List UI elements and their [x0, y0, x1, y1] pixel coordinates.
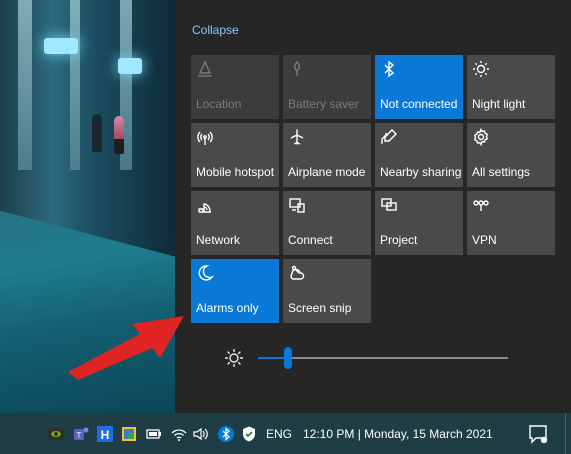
action-center-panel: Collapse Location Battery saver Not connec…	[175, 0, 571, 413]
show-desktop-button[interactable]	[565, 413, 571, 454]
airplane-icon	[288, 128, 306, 146]
quick-action-not-connected[interactable]: Not connected	[375, 55, 463, 119]
svg-text:T: T	[77, 431, 82, 440]
quick-action-label: Airplane mode	[288, 165, 366, 179]
taskbar: T H ENG 12:10 PM | Monday, 15 March 2021	[0, 413, 571, 454]
project-icon	[380, 196, 398, 214]
quick-action-screen-snip[interactable]: Screen snip	[283, 259, 371, 323]
lamp-decor	[118, 58, 142, 74]
palm-trunk-decor	[18, 0, 32, 170]
image-app-icon[interactable]	[120, 425, 138, 443]
collapse-link[interactable]: Collapse	[192, 23, 239, 37]
quick-action-mobile-hotspot[interactable]: Mobile hotspot	[191, 123, 279, 187]
quick-action-battery-saver[interactable]: Battery saver	[283, 55, 371, 119]
gear-icon	[472, 127, 490, 147]
nearby-sharing-icon	[380, 128, 398, 146]
security-shield-icon[interactable]	[240, 425, 258, 443]
vpn-icon	[472, 196, 490, 214]
quick-action-label: Not connected	[380, 97, 458, 111]
quick-action-alarms-only[interactable]: Alarms only	[191, 259, 279, 323]
teams-icon[interactable]: T	[72, 425, 90, 443]
focus-assist-moon-icon	[196, 264, 215, 282]
bluetooth-tray-icon[interactable]	[217, 425, 235, 443]
notification-center-icon[interactable]	[527, 423, 549, 445]
person-silhouette	[92, 114, 102, 152]
svg-text:H: H	[101, 428, 110, 442]
palm-trunk-decor	[70, 0, 80, 170]
location-icon	[196, 60, 214, 78]
taskbar-clock[interactable]: 12:10 PM | Monday, 15 March 2021	[303, 427, 493, 441]
quick-actions-grid: Location Battery saver Not connected Night …	[191, 55, 555, 323]
quick-action-label: Battery saver	[288, 97, 359, 111]
lamp-decor	[44, 38, 78, 54]
quick-action-airplane-mode[interactable]: Airplane mode	[283, 123, 371, 187]
quick-action-label: Project	[380, 233, 418, 247]
brightness-icon	[223, 347, 245, 369]
quick-action-label: Screen snip	[288, 301, 352, 315]
quick-action-location[interactable]: Location	[191, 55, 279, 119]
wifi-icon[interactable]	[170, 425, 188, 443]
connect-icon	[288, 196, 306, 214]
battery-icon[interactable]	[145, 425, 163, 443]
quick-action-vpn[interactable]: VPN	[467, 191, 555, 255]
night-light-icon	[472, 60, 490, 78]
red-arrow-icon	[68, 316, 184, 380]
input-language-indicator[interactable]: ENG	[266, 427, 292, 441]
quick-action-night-light[interactable]: Night light	[467, 55, 555, 119]
quick-action-connect[interactable]: Connect	[283, 191, 371, 255]
person-silhouette	[114, 116, 124, 154]
quick-action-label: Connect	[288, 233, 333, 247]
brightness-slider[interactable]	[258, 347, 508, 369]
volume-icon[interactable]	[192, 425, 210, 443]
bluetooth-icon	[380, 60, 398, 78]
h-app-icon[interactable]: H	[96, 425, 114, 443]
nvidia-icon[interactable]	[47, 425, 65, 443]
quick-action-label: Network	[196, 233, 241, 247]
brightness-control	[220, 344, 520, 372]
quick-action-label: All settings	[472, 165, 531, 179]
battery-saver-icon	[288, 60, 306, 78]
quick-action-nearby-sharing[interactable]: Nearby sharing	[375, 123, 463, 187]
quick-action-network[interactable]: Network	[191, 191, 279, 255]
quick-action-label: Alarms only	[196, 301, 259, 315]
screen-snip-icon	[288, 264, 306, 282]
quick-action-label: Nearby sharing	[380, 165, 462, 179]
quick-action-project[interactable]: Project	[375, 191, 463, 255]
mobile-hotspot-icon	[196, 128, 214, 146]
quick-action-label: Night light	[472, 97, 526, 111]
brightness-slider-thumb[interactable]	[284, 347, 292, 369]
quick-action-label: Mobile hotspot	[196, 165, 275, 179]
quick-action-label: Location	[196, 97, 242, 111]
quick-action-all-settings[interactable]: All settings	[467, 123, 555, 187]
quick-action-label: VPN	[472, 233, 497, 247]
network-icon	[196, 196, 214, 214]
